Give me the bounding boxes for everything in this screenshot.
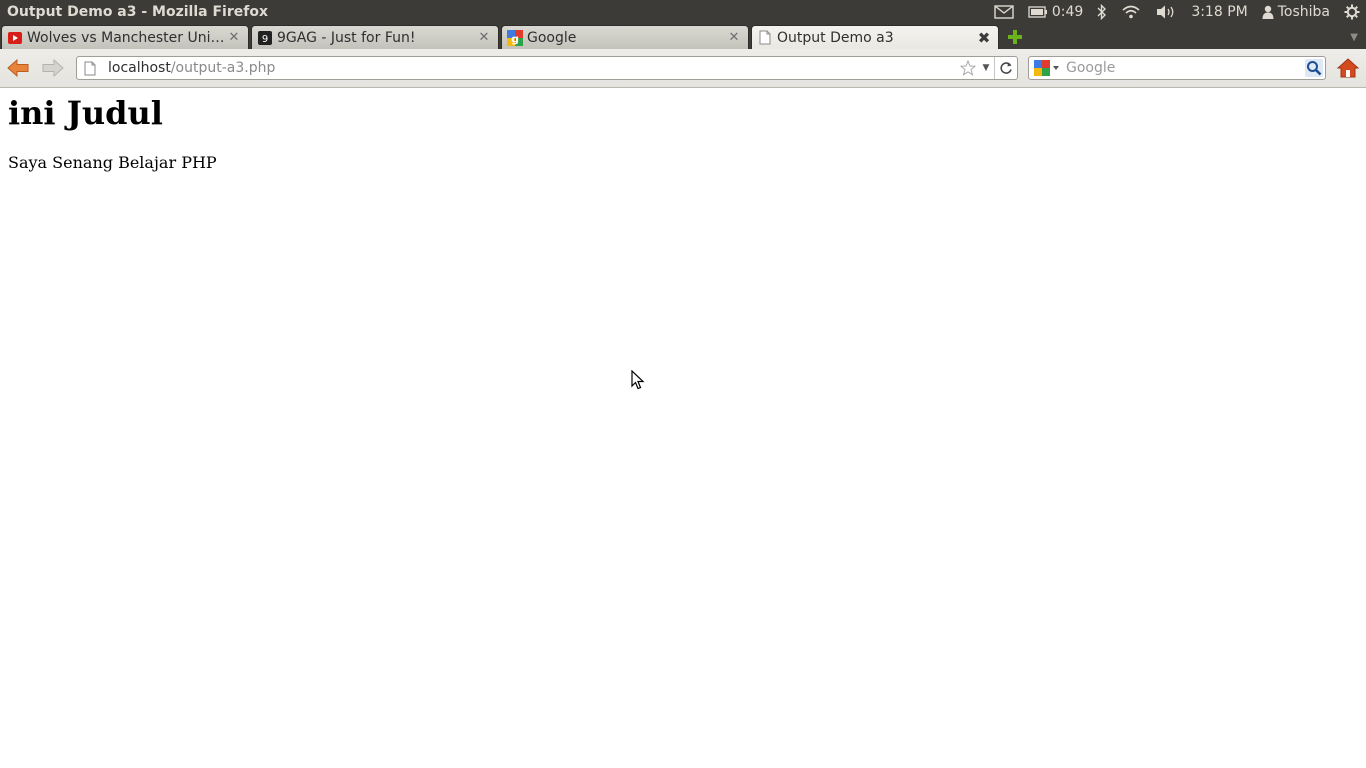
tab-output-demo[interactable]: Output Demo a3 ✖ (751, 25, 999, 49)
user-icon (1262, 5, 1274, 19)
page-icon (84, 61, 100, 76)
tab-close-icon[interactable]: ✕ (726, 30, 742, 46)
search-bar[interactable] (1028, 56, 1326, 80)
url-dropdown-icon[interactable]: ▼ (978, 63, 994, 73)
mail-icon[interactable] (994, 5, 1014, 19)
tab-title: Google (527, 29, 577, 46)
wifi-icon[interactable] (1121, 5, 1141, 19)
home-icon (1337, 58, 1359, 78)
google-icon (1034, 60, 1059, 76)
url-bar[interactable]: localhost/output-a3.php ▼ (76, 56, 1018, 80)
tab-title: 9GAG - Just for Fun! (277, 29, 416, 46)
9gag-icon: 9 (257, 30, 273, 46)
session-gear-icon[interactable] (1344, 4, 1360, 20)
new-tab-button[interactable] (1002, 26, 1028, 48)
plus-icon (1008, 30, 1022, 44)
url-host: localhost (108, 60, 171, 76)
svg-text:9: 9 (262, 34, 268, 45)
tab-close-icon[interactable]: ✖ (976, 29, 992, 47)
tab-strip: Wolves vs Manchester Unit… ✕ 9 9GAG - Ju… (0, 24, 1366, 49)
forward-button[interactable] (40, 56, 66, 80)
page-icon (757, 30, 773, 46)
home-button[interactable] (1335, 56, 1361, 80)
window-title: Output Demo a3 - Mozilla Firefox (7, 4, 268, 20)
tab-title: Output Demo a3 (777, 29, 894, 46)
page-content: ini Judul Saya Senang Belajar PHP (0, 88, 1366, 768)
back-button[interactable] (5, 56, 31, 80)
page-paragraph: Saya Senang Belajar PHP (8, 153, 217, 172)
back-arrow-icon (7, 59, 29, 77)
tab-close-icon[interactable]: ✕ (476, 30, 492, 46)
page-heading: ini Judul (8, 94, 163, 132)
user-menu[interactable]: Toshiba (1262, 4, 1330, 20)
volume-icon[interactable] (1155, 4, 1177, 20)
svg-text:g: g (511, 32, 519, 45)
forward-arrow-icon (42, 59, 64, 77)
search-magnifier-icon[interactable] (1303, 59, 1325, 77)
tab-google[interactable]: g Google ✕ (501, 25, 749, 49)
google-icon: g (507, 29, 523, 46)
clock[interactable]: 3:18 PM (1191, 4, 1247, 20)
battery-indicator[interactable]: 0:49 (1028, 4, 1083, 20)
battery-icon (1028, 6, 1048, 18)
tab-wolves[interactable]: Wolves vs Manchester Unit… ✕ (1, 25, 249, 49)
user-name: Toshiba (1277, 4, 1330, 20)
tab-close-icon[interactable]: ✕ (226, 30, 242, 46)
youtube-icon (7, 30, 23, 46)
indicator-area: 0:49 3:18 PM Toshiba (994, 0, 1366, 24)
mouse-cursor-icon (631, 369, 645, 394)
url-path: /output-a3.php (170, 60, 276, 76)
bookmark-star-icon[interactable] (958, 60, 978, 76)
tab-title: Wolves vs Manchester Unit… (27, 29, 226, 46)
battery-time: 0:49 (1051, 4, 1084, 20)
navigation-toolbar: localhost/output-a3.php ▼ (0, 49, 1366, 88)
top-panel: Output Demo a3 - Mozilla Firefox 0:49 3:… (0, 0, 1366, 24)
tab-list-arrow-icon[interactable]: ▼ (1350, 32, 1358, 43)
reload-icon[interactable] (994, 57, 1017, 79)
search-input[interactable] (1062, 60, 1303, 76)
bluetooth-icon[interactable] (1097, 4, 1107, 20)
search-engine-selector[interactable] (1032, 60, 1062, 76)
tab-9gag[interactable]: 9 9GAG - Just for Fun! ✕ (251, 25, 499, 49)
